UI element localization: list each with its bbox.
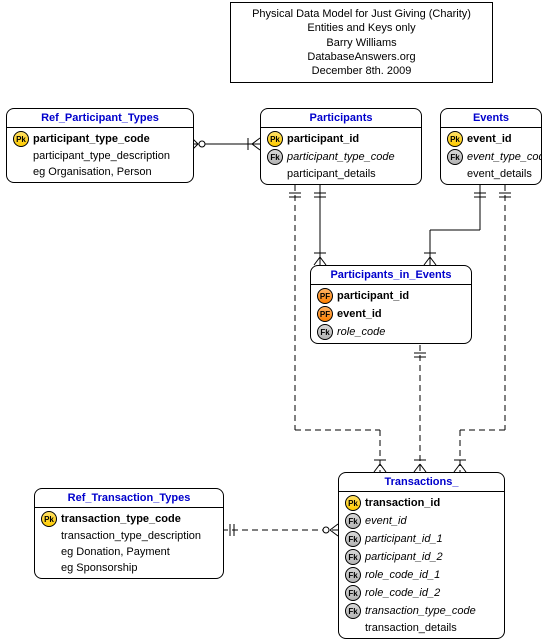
fk-key-icon: Fk	[345, 531, 361, 547]
fk-key-icon: Fk	[345, 549, 361, 565]
attribute-name: event_type_code	[467, 151, 542, 163]
fk-key-icon: Fk	[345, 585, 361, 601]
pk-key-icon: Pk	[447, 131, 463, 147]
entity-title: Transactions_	[339, 473, 504, 492]
pk-key-icon: Pk	[345, 495, 361, 511]
fk-key-icon: Fk	[345, 603, 361, 619]
title-line-5: December 8th. 2009	[239, 64, 484, 78]
key-blank	[41, 545, 57, 559]
entity-ref-transaction-types: Ref_Transaction_Types Pk transaction_type…	[34, 488, 224, 579]
attribute-row: event_details	[441, 166, 541, 182]
entity-participants-in-events: Participants_in_Events PFparticipant_idP…	[310, 265, 472, 344]
attribute-name: event_id	[337, 308, 382, 320]
attribute-row: Fk role_code	[311, 323, 471, 341]
attribute-name: eg Sponsorship	[61, 562, 137, 574]
fk-key-icon: Fk	[447, 149, 463, 165]
attribute-row: transaction_details	[339, 620, 504, 636]
entity-title: Events	[441, 109, 541, 128]
er-diagram-canvas: { "title_box": { "line1": "Physical Data…	[0, 0, 543, 640]
key-blank	[447, 167, 463, 181]
attribute-row: Fk participant_id_2	[339, 548, 504, 566]
key-blank	[267, 167, 283, 181]
attribute-name: participant_type_description	[33, 150, 170, 162]
attribute-name: participant_id_1	[365, 533, 443, 545]
key-blank	[13, 149, 29, 163]
attribute-row: Fk event_type_code	[441, 148, 541, 166]
attribute-row: Pk participant_type_code	[7, 130, 193, 148]
key-blank	[13, 165, 29, 179]
fk-key-icon: Fk	[345, 567, 361, 583]
attribute-row: Pk event_id	[441, 130, 541, 148]
entity-events: Events Pk event_id Fk event_type_code event_…	[440, 108, 542, 185]
entity-transactions: Transactions_ Pk transaction_id Fk event_id…	[338, 472, 505, 639]
attribute-name: role_code_id_2	[365, 587, 440, 599]
entity-body: Pk participant_id Fk participant_type_codep…	[261, 128, 421, 184]
attribute-row: eg Organisation, Person	[7, 164, 193, 180]
pf-key-icon: PF	[317, 288, 333, 304]
attribute-name: event_id	[365, 515, 407, 527]
title-line-1: Physical Data Model for Just Giving (Cha…	[239, 7, 484, 21]
entity-body: Pk transaction_id Fk event_id Fk participant_…	[339, 492, 504, 638]
attribute-name: role_code	[337, 326, 385, 338]
attribute-row: eg Sponsorship	[35, 560, 223, 576]
attribute-row: Pk transaction_type_code	[35, 510, 223, 528]
fk-key-icon: Fk	[345, 513, 361, 529]
attribute-row: eg Donation, Payment	[35, 544, 223, 560]
attribute-row: Fk transaction_type_code	[339, 602, 504, 620]
attribute-name: participant_type_code	[287, 151, 395, 163]
entity-body: Pk transaction_type_code transaction_type_…	[35, 508, 223, 578]
attribute-row: PF participant_id	[311, 287, 471, 305]
attribute-row: Fk participant_type_code	[261, 148, 421, 166]
attribute-name: event_id	[467, 133, 512, 145]
fk-key-icon: Fk	[317, 324, 333, 340]
attribute-name: participant_id_2	[365, 551, 443, 563]
attribute-row: Pk participant_id	[261, 130, 421, 148]
attribute-name: transaction_type_description	[61, 530, 201, 542]
diagram-title-box: Physical Data Model for Just Giving (Cha…	[230, 2, 493, 83]
attribute-row: Fk role_code_id_1	[339, 566, 504, 584]
entity-body: PF participant_id PF event_id Fk role_code	[311, 285, 471, 343]
entity-ref-participant-types: Ref_Participant_Types Pk participant_type…	[6, 108, 194, 183]
fk-key-icon: Fk	[267, 149, 283, 165]
attribute-row: participant_type_description	[7, 148, 193, 164]
pk-key-icon: Pk	[41, 511, 57, 527]
attribute-row: Fk event_id	[339, 512, 504, 530]
entity-body: Pk participant_type_code participant_type_…	[7, 128, 193, 182]
attribute-name: participant_id	[337, 290, 409, 302]
attribute-name: event_details	[467, 168, 532, 180]
pf-key-icon: PF	[317, 306, 333, 322]
title-line-2: Entities and Keys only	[239, 21, 484, 35]
attribute-row: Pk transaction_id	[339, 494, 504, 512]
attribute-row: Fk role_code_id_2	[339, 584, 504, 602]
attribute-name: transaction_type_code	[61, 513, 181, 525]
attribute-name: participant_id	[287, 133, 359, 145]
key-blank	[41, 529, 57, 543]
key-blank	[345, 621, 361, 635]
attribute-name: participant_details	[287, 168, 376, 180]
attribute-row: participant_details	[261, 166, 421, 182]
title-line-3: Barry Williams	[239, 36, 484, 50]
pk-key-icon: Pk	[13, 131, 29, 147]
entity-title: Participants_in_Events	[311, 266, 471, 285]
pk-key-icon: Pk	[267, 131, 283, 147]
attribute-name: participant_type_code	[33, 133, 150, 145]
attribute-name: transaction_id	[365, 497, 440, 509]
entity-title: Ref_Participant_Types	[7, 109, 193, 128]
entity-title: Ref_Transaction_Types	[35, 489, 223, 508]
attribute-name: eg Donation, Payment	[61, 546, 170, 558]
attribute-name: transaction_details	[365, 622, 457, 634]
attribute-name: role_code_id_1	[365, 569, 440, 581]
attribute-name: transaction_type_code	[365, 605, 476, 617]
key-blank	[41, 561, 57, 575]
entity-participants: Participants Pk participant_id Fk participa…	[260, 108, 422, 185]
attribute-name: eg Organisation, Person	[33, 166, 152, 178]
attribute-row: Fk participant_id_1	[339, 530, 504, 548]
attribute-row: PF event_id	[311, 305, 471, 323]
title-line-4: DatabaseAnswers.org	[239, 50, 484, 64]
entity-body: Pk event_id Fk event_type_code event_details	[441, 128, 541, 184]
entity-title: Participants	[261, 109, 421, 128]
attribute-row: transaction_type_description	[35, 528, 223, 544]
